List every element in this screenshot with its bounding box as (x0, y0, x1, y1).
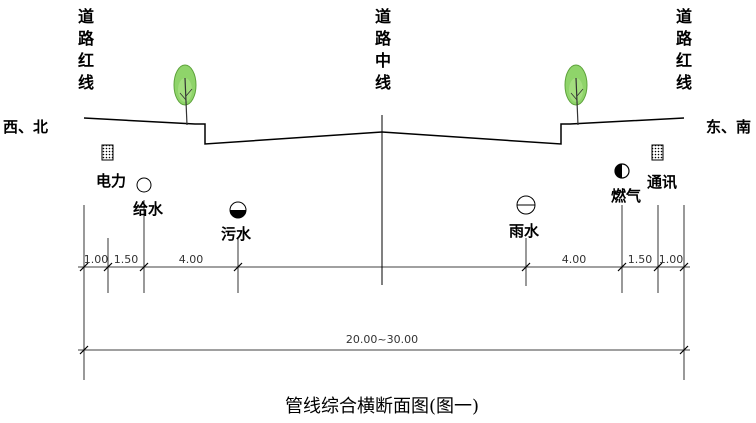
dim-total: 20.00~30.00 (346, 333, 418, 346)
center-line-label: 道路中线 (375, 7, 392, 92)
telecom-label: 通讯 (647, 173, 677, 191)
tree-icon-right (564, 64, 588, 126)
telecom-conduit-icon (651, 144, 664, 161)
diagram-caption: 管线综合横断面图(图一) (285, 396, 479, 417)
dim-right-1: 4.00 (562, 253, 587, 266)
west-north-label: 西、北 (3, 118, 48, 136)
right-red-line-label: 道路红线 (676, 7, 693, 92)
rain-label: 雨水 (509, 222, 540, 240)
power-label: 电力 (96, 172, 126, 190)
tree-icon-left (173, 64, 197, 126)
rain-pipe-icon (516, 195, 536, 215)
water-supply-pipe-icon (136, 177, 152, 193)
dim-right-3: 1.00 (659, 253, 684, 266)
dim-left-2: 1.50 (114, 253, 139, 266)
dim-left-1: 1.00 (84, 253, 109, 266)
dim-right-2: 1.50 (628, 253, 653, 266)
gas-label: 燃气 (611, 187, 641, 205)
power-conduit-icon (101, 144, 114, 161)
sewage-pipe-icon (229, 201, 247, 219)
left-red-line-label: 道路红线 (78, 7, 95, 92)
water-supply-label: 给水 (133, 200, 164, 218)
gas-pipe-icon (614, 163, 630, 179)
road-profile-right (381, 117, 685, 145)
extension-lines (83, 200, 685, 380)
cross-section-diagram: 道路红线 道路中线 道路红线 西、北 东、南 电力 给水 污水 雨水 燃气 通讯 1… (3, 7, 751, 417)
dim-left-3: 4.00 (179, 253, 204, 266)
east-south-label: 东、南 (706, 118, 751, 136)
road-profile-left (83, 117, 383, 145)
sewage-label: 污水 (221, 225, 252, 243)
